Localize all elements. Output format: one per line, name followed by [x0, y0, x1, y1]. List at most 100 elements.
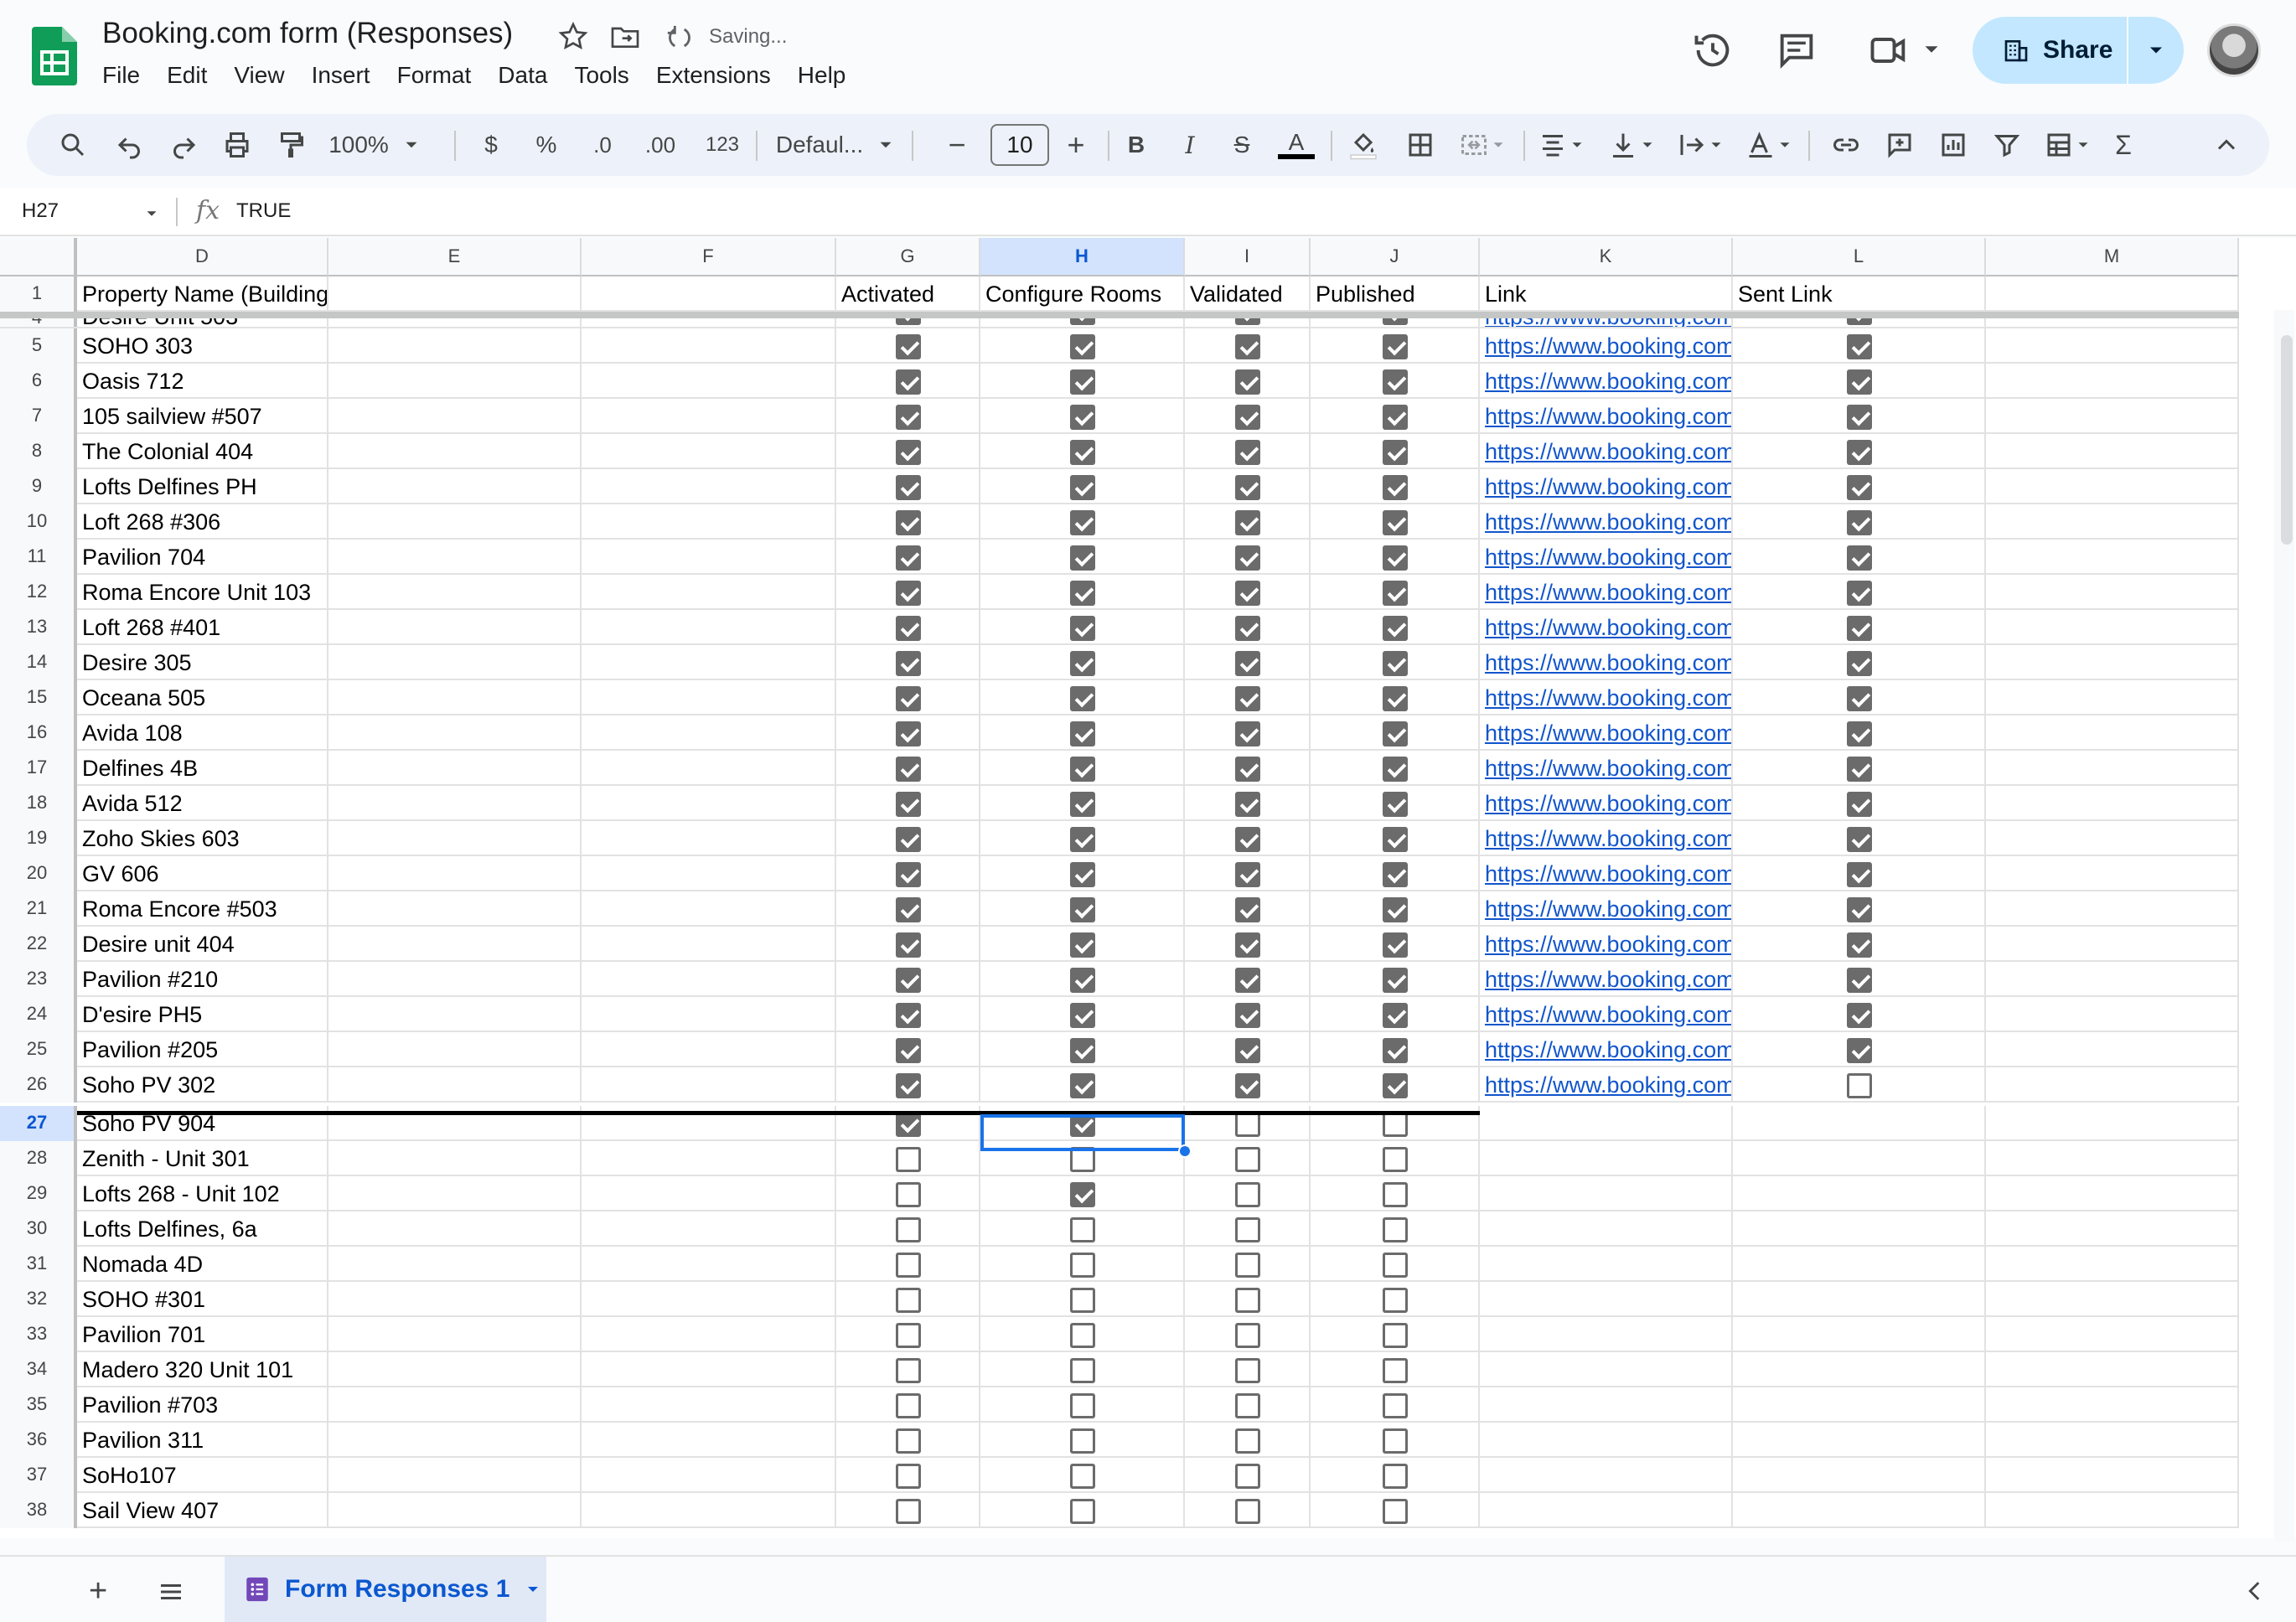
checkbox-checked[interactable]	[896, 440, 921, 465]
cell-g[interactable]	[836, 1211, 980, 1247]
checkbox-unchecked[interactable]	[1070, 1217, 1095, 1242]
checkbox-unchecked[interactable]	[1235, 1112, 1260, 1137]
cell-f[interactable]	[582, 434, 836, 469]
column-header[interactable]: M	[1986, 238, 2239, 276]
cell-l[interactable]	[1733, 1317, 1986, 1352]
cell-g[interactable]	[836, 927, 980, 962]
row-number[interactable]: 21	[0, 891, 77, 927]
share-main-button[interactable]: Share	[1973, 17, 2127, 84]
cell-k[interactable]	[1480, 1458, 1733, 1493]
checkbox-checked[interactable]	[896, 545, 921, 571]
cell-j[interactable]	[1311, 1282, 1480, 1317]
booking-link[interactable]: https://www.booking.com	[1480, 610, 1733, 645]
checkbox-checked[interactable]	[1070, 932, 1095, 958]
column-header[interactable]: E	[328, 238, 582, 276]
booking-link[interactable]: https://www.booking.com	[1480, 364, 1733, 399]
checkbox-checked[interactable]	[896, 1003, 921, 1028]
cell-i[interactable]	[1185, 821, 1311, 856]
cell-e[interactable]	[328, 1282, 582, 1317]
checkbox-checked[interactable]	[1070, 968, 1095, 993]
cell-j[interactable]	[1311, 927, 1480, 962]
cell-l[interactable]	[1733, 1106, 1986, 1141]
cell-e[interactable]	[328, 399, 582, 434]
checkbox-checked[interactable]	[1070, 651, 1095, 676]
cell-e[interactable]	[328, 751, 582, 786]
checkbox-checked[interactable]	[1383, 581, 1408, 606]
header-cell-j[interactable]: Published	[1311, 276, 1480, 312]
checkbox-checked[interactable]	[896, 827, 921, 852]
cell-j[interactable]	[1311, 1423, 1480, 1458]
cell-l[interactable]	[1733, 610, 1986, 645]
property-name-cell[interactable]: Oasis 712	[77, 364, 328, 399]
cell-l[interactable]	[1733, 997, 1986, 1032]
cell-f[interactable]	[582, 680, 836, 715]
checkbox-checked[interactable]	[1070, 792, 1095, 817]
checkbox-checked[interactable]	[1847, 581, 1872, 606]
cell-e[interactable]	[328, 680, 582, 715]
checkbox-checked[interactable]	[896, 968, 921, 993]
cell-h[interactable]	[980, 927, 1185, 962]
property-name-cell[interactable]: Pavilion 701	[77, 1317, 328, 1352]
cell-l[interactable]	[1733, 1032, 1986, 1067]
cell-l[interactable]	[1733, 504, 1986, 540]
checkbox-checked[interactable]	[1383, 968, 1408, 993]
checkbox-checked[interactable]	[896, 334, 921, 359]
cell-m[interactable]	[1986, 1458, 2239, 1493]
move-folder-icon[interactable]	[608, 20, 642, 54]
cell-j[interactable]	[1311, 715, 1480, 751]
cell-h[interactable]	[980, 962, 1185, 997]
cell-j[interactable]	[1311, 469, 1480, 504]
checkbox-checked[interactable]	[896, 369, 921, 395]
cell-i[interactable]	[1185, 434, 1311, 469]
cell-j[interactable]	[1311, 1067, 1480, 1103]
cell-h[interactable]	[980, 751, 1185, 786]
cell-g[interactable]	[836, 540, 980, 575]
row-number[interactable]: 13	[0, 610, 77, 645]
filter-button[interactable]	[1986, 114, 2028, 176]
cell-i[interactable]	[1185, 364, 1311, 399]
cell-f[interactable]	[582, 1423, 836, 1458]
insert-link-button[interactable]	[1825, 114, 1867, 176]
cell-h[interactable]	[980, 469, 1185, 504]
cell-m[interactable]	[1986, 540, 2239, 575]
cell-h[interactable]	[980, 1067, 1185, 1103]
checkbox-checked[interactable]	[1383, 1003, 1408, 1028]
cell-e[interactable]	[328, 1387, 582, 1423]
cell-f[interactable]	[582, 891, 836, 927]
checkbox-checked[interactable]	[896, 1112, 921, 1137]
cell-i[interactable]	[1185, 1032, 1311, 1067]
cell-i[interactable]	[1185, 1211, 1311, 1247]
cell-k[interactable]	[1480, 1211, 1733, 1247]
cell-j[interactable]	[1311, 434, 1480, 469]
horizontal-align-button[interactable]	[1532, 114, 1592, 176]
property-name-cell[interactable]: Oceana 505	[77, 680, 328, 715]
checkbox-unchecked[interactable]	[1383, 1358, 1408, 1383]
cell-h[interactable]	[980, 1317, 1185, 1352]
paint-format-button[interactable]	[270, 114, 312, 176]
checkbox-unchecked[interactable]	[896, 1499, 921, 1524]
checkbox-checked[interactable]	[896, 475, 921, 500]
checkbox-checked[interactable]	[1847, 405, 1872, 430]
checkbox-checked[interactable]	[1235, 545, 1260, 571]
cell-m[interactable]	[1986, 1067, 2239, 1103]
cell-i[interactable]	[1185, 1282, 1311, 1317]
checkbox-unchecked[interactable]	[1383, 1464, 1408, 1489]
borders-button[interactable]	[1399, 114, 1441, 176]
cell-i[interactable]	[1185, 1247, 1311, 1282]
cell-j[interactable]	[1311, 1493, 1480, 1528]
cell-g[interactable]	[836, 962, 980, 997]
cell-j[interactable]	[1311, 751, 1480, 786]
checkbox-unchecked[interactable]	[896, 1217, 921, 1242]
active-cell-selection[interactable]	[980, 1114, 1185, 1151]
cell-e[interactable]	[328, 1032, 582, 1067]
vertical-align-button[interactable]	[1602, 114, 1663, 176]
cell-g[interactable]	[836, 399, 980, 434]
checkbox-checked[interactable]	[1847, 651, 1872, 676]
cell-k[interactable]	[1480, 1141, 1733, 1176]
cell-f[interactable]	[582, 1493, 836, 1528]
cell-g[interactable]	[836, 715, 980, 751]
property-name-cell[interactable]: SOHO #301	[77, 1282, 328, 1317]
checkbox-checked[interactable]	[1235, 440, 1260, 465]
checkbox-unchecked[interactable]	[1847, 1073, 1872, 1098]
cell-f[interactable]	[582, 540, 836, 575]
